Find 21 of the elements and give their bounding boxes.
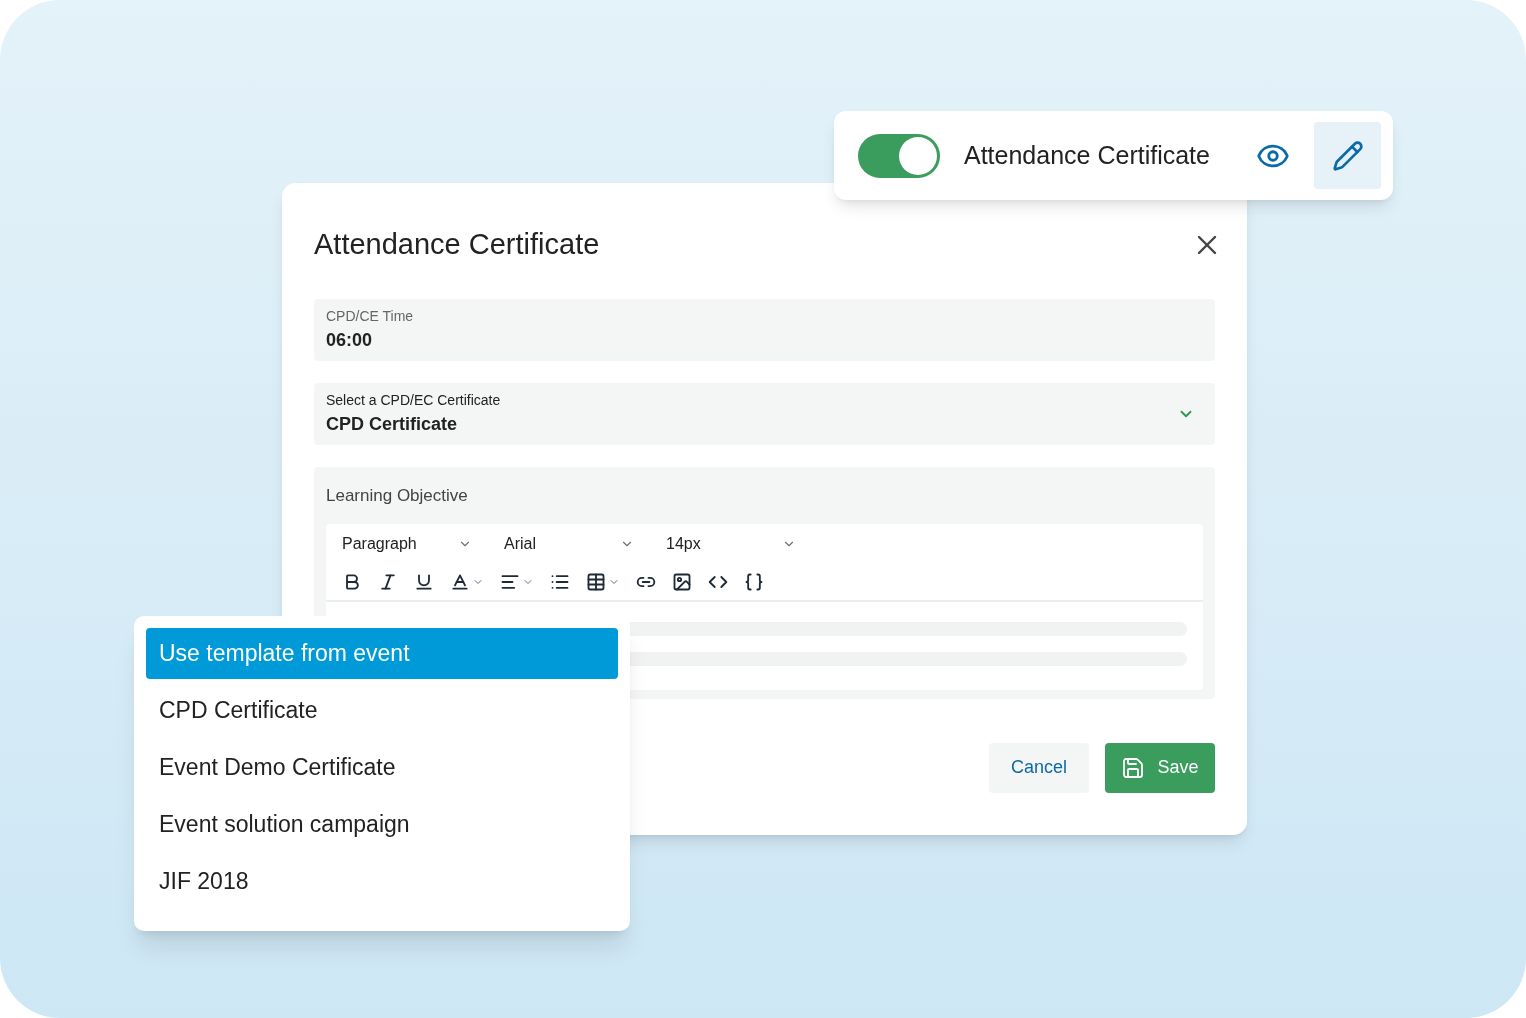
dropdown-option[interactable]: CPD Certificate <box>146 685 618 736</box>
field-label: Select a CPD/EC Certificate <box>326 390 501 410</box>
field-value: CPD Certificate <box>326 412 459 436</box>
pencil-icon <box>1331 139 1364 172</box>
card-title: Attendance Certificate <box>964 139 1211 171</box>
dialog-title: Attendance Certificate <box>314 227 600 262</box>
time-field[interactable]: CPD/CE Time 06:00 <box>314 298 1215 361</box>
field-value: 06:00 <box>326 328 374 352</box>
dropdown-option[interactable]: JIF 2018 <box>146 856 618 907</box>
cancel-button[interactable]: Cancel <box>989 742 1089 793</box>
toggle-switch[interactable] <box>858 133 940 178</box>
block-format-select[interactable]: Paragraph <box>326 532 488 556</box>
field-label: CPD/CE Time <box>326 306 414 326</box>
font-select[interactable]: Arial <box>488 532 650 556</box>
save-icon <box>1121 755 1146 780</box>
dropdown-option[interactable]: Event Demo Certificate <box>146 742 618 793</box>
font-size-select[interactable]: 14px <box>650 532 812 556</box>
dropdown-option[interactable]: Event solution campaign <box>146 799 618 850</box>
certificate-select[interactable]: Select a CPD/EC Certificate CPD Certificate <box>314 382 1215 445</box>
edit-button[interactable] <box>1314 122 1381 189</box>
editor-label: Learning Objective <box>326 485 468 505</box>
